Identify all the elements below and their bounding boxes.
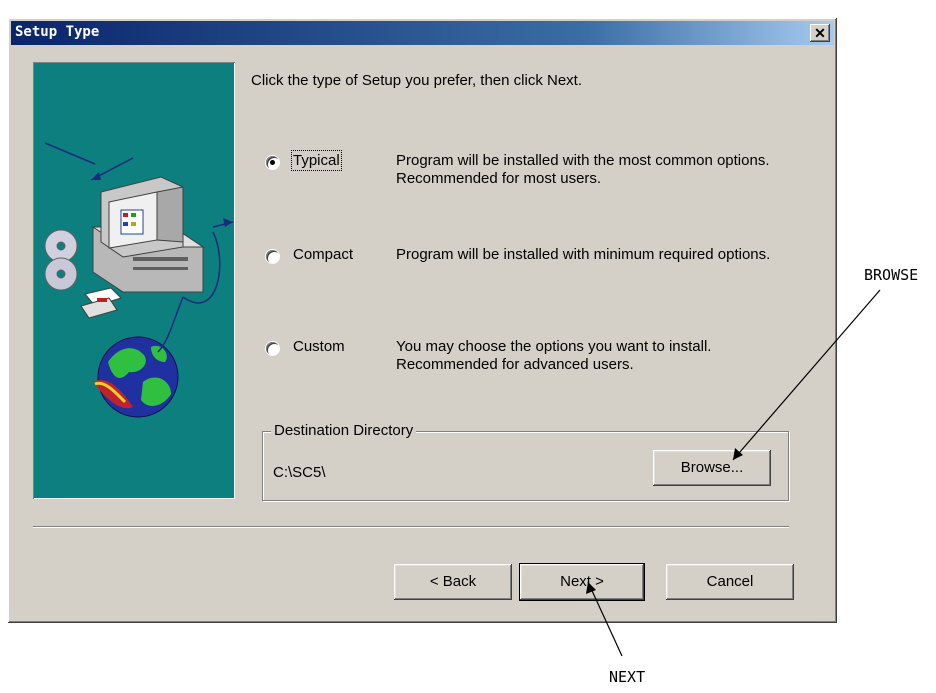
option-typical-label[interactable]: Typical bbox=[291, 150, 342, 171]
destination-path: C:\SC5\ bbox=[273, 464, 326, 481]
option-custom-desc: You may choose the options you want to i… bbox=[396, 338, 712, 373]
title-bar: Setup Type ✕ bbox=[11, 21, 834, 45]
next-button[interactable]: Next > bbox=[519, 563, 645, 601]
browse-annotation: BROWSE bbox=[864, 266, 919, 284]
globe-icon bbox=[93, 296, 184, 418]
cd-disc-icon bbox=[44, 229, 78, 291]
back-button[interactable]: < Back bbox=[394, 564, 512, 600]
computer-icon bbox=[91, 176, 205, 293]
setup-illustration bbox=[33, 62, 235, 499]
setup-prompt: Click the type of Setup you prefer, then… bbox=[251, 72, 582, 89]
browse-button[interactable]: Browse... bbox=[653, 450, 771, 486]
next-annotation: NEXT bbox=[609, 668, 646, 686]
option-compact[interactable]: Compact Program will be installed with m… bbox=[266, 246, 786, 294]
cancel-button[interactable]: Cancel bbox=[666, 564, 794, 600]
option-typical-desc: Program will be installed with the most … bbox=[396, 152, 770, 187]
radio-typical[interactable] bbox=[266, 156, 279, 169]
radio-custom[interactable] bbox=[266, 342, 279, 355]
destination-group: Destination Directory C:\SC5\ Browse... bbox=[262, 422, 789, 501]
option-custom-label[interactable]: Custom bbox=[293, 338, 345, 355]
close-icon: ✕ bbox=[814, 25, 826, 41]
radio-compact[interactable] bbox=[266, 250, 279, 263]
window-title: Setup Type bbox=[15, 24, 100, 40]
option-typical[interactable]: Typical Program will be installed with t… bbox=[266, 150, 786, 200]
close-button[interactable]: ✕ bbox=[810, 24, 830, 42]
button-separator bbox=[33, 526, 789, 528]
radio-selected-dot bbox=[270, 160, 275, 165]
option-compact-label[interactable]: Compact bbox=[293, 246, 353, 263]
floppy-disk-icon bbox=[80, 287, 122, 319]
option-custom[interactable]: Custom You may choose the options you wa… bbox=[266, 338, 786, 386]
option-compact-desc: Program will be installed with minimum r… bbox=[396, 246, 771, 263]
destination-label: Destination Directory bbox=[271, 422, 417, 439]
